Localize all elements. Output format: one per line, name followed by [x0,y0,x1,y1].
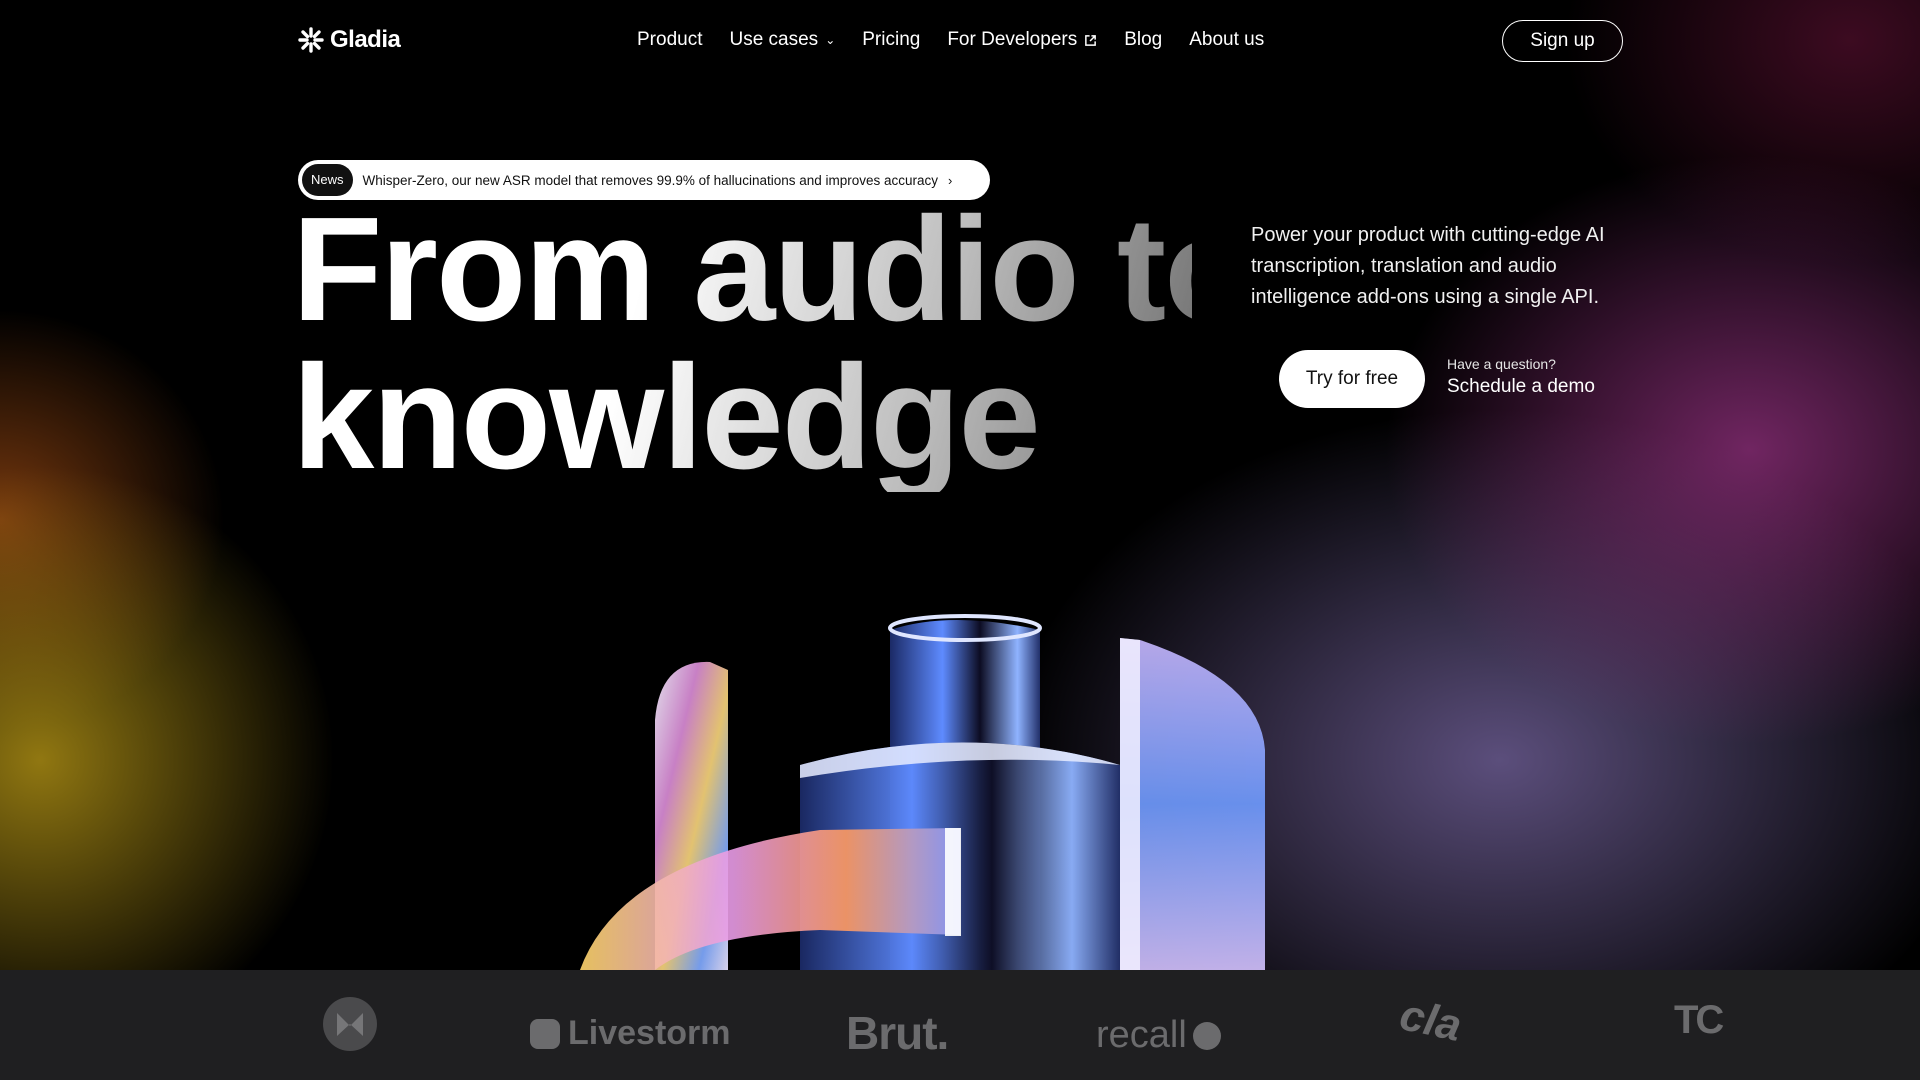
nav-label: For Developers [947,29,1078,50]
client-logos-strip: Livestorm Brut. recall cla TC [0,970,1920,1080]
nav-label: Pricing [862,29,921,50]
main-nav: Product Use cases ⌄ Pricing For Develope… [637,26,1264,54]
nav-label: Product [637,29,703,50]
brand-logo[interactable]: Gladia [298,26,401,54]
mirakl-logo-icon [323,997,377,1051]
nav-item-pricing[interactable]: Pricing [862,26,920,54]
try-for-free-button[interactable]: Try for free [1279,350,1425,408]
nav-item-product[interactable]: Product [637,26,702,54]
nav-item-for-developers[interactable]: For Developers [947,26,1097,54]
gladia-asterisk-icon [298,27,324,53]
nav-label: Use cases [729,29,819,50]
client-logo-techcrunch: TC [1674,998,1724,1042]
external-link-icon [1085,34,1097,46]
nav-item-about-us[interactable]: About us [1189,26,1264,54]
nav-label: Blog [1124,29,1163,50]
chevron-right-icon: › [948,172,953,188]
hero-tagline: Power your product with cutting-edge AI … [1251,224,1605,308]
client-logo-livestorm: Livestorm [530,1014,731,1053]
chevron-down-icon: ⌄ [825,33,836,47]
client-logo-recall: recall [1096,1014,1221,1057]
have-a-question-label: Have a question? [1447,356,1556,372]
schedule-demo-link[interactable]: Schedule a demo [1447,376,1595,398]
brand-name: Gladia [330,26,401,53]
client-logo-brut: Brut. [846,1007,949,1059]
nav-item-blog[interactable]: Blog [1124,26,1162,54]
recall-dot-icon [1192,1021,1221,1050]
news-text: Whisper-Zero, our new ASR model that rem… [362,172,939,188]
client-logo-claap: cla [1395,990,1466,1051]
headline-line-2: knowledge [292,335,1039,500]
sign-up-button[interactable]: Sign up [1502,20,1623,62]
hero-section: Gladia Product Use cases ⌄ Pricing For D… [0,0,1920,970]
headline-line-1: From audio to [292,187,1253,352]
client-logo-text: Livestorm [568,1014,731,1052]
glass-sculpture-illustration [580,614,1265,970]
nav-item-use-cases[interactable]: Use cases ⌄ [729,26,835,54]
livestorm-icon [530,1018,560,1049]
client-logo-text: recall [1096,1014,1187,1056]
hero-headline: From audio to knowledge [292,196,1192,492]
nav-label: About us [1189,29,1265,50]
